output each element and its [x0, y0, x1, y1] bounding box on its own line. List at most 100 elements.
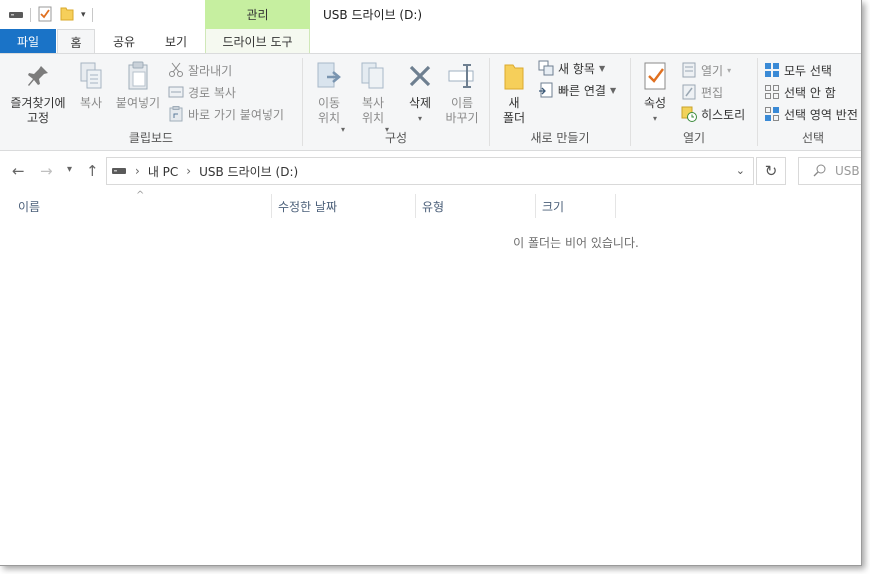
breadcrumb-chevron-icon[interactable]: › [135, 164, 140, 178]
copy-label: 복사 [79, 96, 103, 110]
copy-icon [75, 60, 107, 92]
scissors-icon [168, 62, 184, 78]
drive-icon[interactable] [8, 8, 24, 23]
select-all-icon [764, 62, 780, 78]
clipboard-group-label: 클립보드 [128, 131, 174, 145]
tab-home[interactable]: 홈 [57, 29, 95, 54]
tab-file[interactable]: 파일 [0, 29, 56, 53]
search-input[interactable]: USB [798, 157, 861, 185]
column-header-type[interactable]: 유형 [416, 194, 534, 218]
clipboard-group: 즐겨찾기에 고정 복사 붙여넣기 잘라내기 경로 복사 바로 가기 붙여넣기 클… [0, 54, 302, 150]
new-item-dropdown-icon: ▼ [598, 63, 606, 73]
breadcrumb-this-pc[interactable]: 내 PC [148, 163, 178, 180]
forward-arrow-icon[interactable]: → [40, 162, 53, 180]
delete-button[interactable]: 삭제 ▾ [403, 60, 437, 126]
pin-to-quick-access-button[interactable]: 즐겨찾기에 고정 [6, 60, 70, 126]
organize-group: 이동 위치 ▾ 복사 위치 ▾ 삭제 ▾ 이름 바꾸기 구성 [303, 54, 489, 150]
select-all-label: 모두 선택 [784, 63, 832, 78]
window-title: USB 드라이브 (D:) [323, 8, 423, 22]
select-none-label: 선택 안 함 [784, 85, 836, 100]
navigation-bar: ← → ▾ ↑ › 내 PC › USB 드라이브 (D:) ⌄ ↻ USB [0, 152, 861, 190]
new-group: 새 폴더 새 항목 ▼ 빠른 연결 ▼ 새로 만들기 [490, 54, 630, 150]
ribbon: 즐겨찾기에 고정 복사 붙여넣기 잘라내기 경로 복사 바로 가기 붙여넣기 클… [0, 53, 861, 151]
select-none-icon [764, 84, 780, 100]
rename-button[interactable]: 이름 바꾸기 [441, 60, 483, 126]
select-none-button[interactable]: 선택 안 함 [764, 82, 836, 102]
search-icon [813, 163, 827, 180]
copy-path-button[interactable]: 경로 복사 [168, 82, 236, 102]
properties-button[interactable]: 속성 ▾ [637, 60, 673, 126]
address-dropdown-icon[interactable]: ⌄ [736, 164, 745, 177]
column-header-size[interactable]: 크기 [536, 194, 614, 218]
new-folder-qat-icon[interactable] [59, 6, 75, 25]
address-bar[interactable]: › 내 PC › USB 드라이브 (D:) ⌄ [106, 157, 754, 185]
rename-icon [446, 60, 478, 92]
select-group: 모두 선택 선택 안 함 선택 영역 반전 선택 [758, 54, 861, 150]
properties-icon [639, 60, 671, 92]
move-to-button[interactable]: 이동 위치 ▾ [309, 60, 349, 134]
history-icon [681, 106, 697, 122]
properties-label: 속성 [643, 96, 667, 110]
qat-customize-icon[interactable]: ▾ [81, 10, 86, 20]
new-folder-button[interactable]: 새 폴더 [496, 60, 532, 126]
delete-dropdown-icon: ▾ [417, 114, 422, 123]
paste-button[interactable]: 붙여넣기 [112, 60, 164, 111]
copy-to-button[interactable]: 복사 위치 ▾ [353, 60, 393, 134]
open-button[interactable]: 열기 ▾ [681, 60, 731, 80]
open-group-label: 열기 [682, 131, 706, 145]
context-tab-header: 관리 [205, 0, 310, 29]
explorer-window: ▾ 관리 USB 드라이브 (D:) 파일 홈 공유 보기 드라이브 도구 즐겨… [0, 0, 862, 566]
open-dropdown-icon: ▾ [727, 65, 732, 75]
tab-share[interactable]: 공유 [103, 29, 145, 53]
search-placeholder: USB [835, 164, 860, 178]
history-label: 히스토리 [701, 107, 746, 122]
breadcrumb-usb-drive[interactable]: USB 드라이브 (D:) [199, 163, 298, 180]
cut-button[interactable]: 잘라내기 [168, 60, 232, 80]
new-item-icon [538, 60, 554, 76]
select-all-button[interactable]: 모두 선택 [764, 60, 832, 80]
copy-to-icon [357, 60, 389, 92]
delete-label: 삭제 [408, 96, 432, 110]
copy-path-icon [168, 84, 184, 100]
refresh-button[interactable]: ↻ [756, 157, 786, 185]
new-group-label: 새로 만들기 [530, 131, 590, 145]
copy-to-label: 복사 위치 [361, 96, 385, 125]
paste-shortcut-icon [168, 106, 184, 122]
properties-check-icon[interactable] [37, 6, 53, 25]
easy-access-button[interactable]: 빠른 연결 ▼ [538, 80, 616, 100]
up-arrow-icon[interactable]: ↑ [86, 162, 99, 180]
new-item-button[interactable]: 새 항목 ▼ [538, 58, 605, 78]
column-header-date-modified[interactable]: 수정한 날짜 [272, 194, 414, 218]
open-label: 열기 [701, 63, 724, 78]
column-separator[interactable] [615, 194, 616, 218]
recent-locations-chevron-icon[interactable]: ▾ [67, 164, 72, 175]
copy-button[interactable]: 복사 [74, 60, 108, 111]
new-folder-label: 새 폴더 [502, 96, 526, 125]
pin-icon [22, 60, 54, 92]
easy-access-label: 빠른 연결 [558, 83, 606, 98]
address-drive-icon [111, 164, 127, 179]
title-bar: ▾ 관리 USB 드라이브 (D:) [0, 0, 861, 29]
move-to-label: 이동 위치 [317, 96, 341, 125]
edit-button[interactable]: 편집 [681, 82, 723, 102]
tab-drive-tools[interactable]: 드라이브 도구 [205, 29, 310, 53]
tab-view[interactable]: 보기 [155, 29, 197, 53]
breadcrumb-chevron-icon[interactable]: › [186, 164, 191, 178]
paste-label: 붙여넣기 [115, 96, 161, 110]
history-button[interactable]: 히스토리 [681, 104, 745, 124]
refresh-icon: ↻ [764, 162, 778, 180]
column-header-name[interactable]: 이름 [12, 194, 270, 218]
paste-icon [122, 60, 154, 92]
new-item-label: 새 항목 [558, 61, 595, 76]
delete-x-icon [404, 60, 436, 92]
invert-selection-button[interactable]: 선택 영역 반전 [764, 104, 858, 124]
properties-dropdown-icon: ▾ [652, 114, 657, 123]
edit-icon [681, 84, 697, 100]
rename-label: 이름 바꾸기 [445, 96, 479, 125]
quick-access-toolbar: ▾ [8, 5, 93, 25]
paste-shortcut-button[interactable]: 바로 가기 붙여넣기 [168, 104, 284, 124]
organize-group-label: 구성 [384, 131, 408, 145]
select-group-label: 선택 [801, 131, 825, 145]
edit-label: 편집 [701, 85, 724, 100]
back-arrow-icon[interactable]: ← [12, 162, 25, 180]
